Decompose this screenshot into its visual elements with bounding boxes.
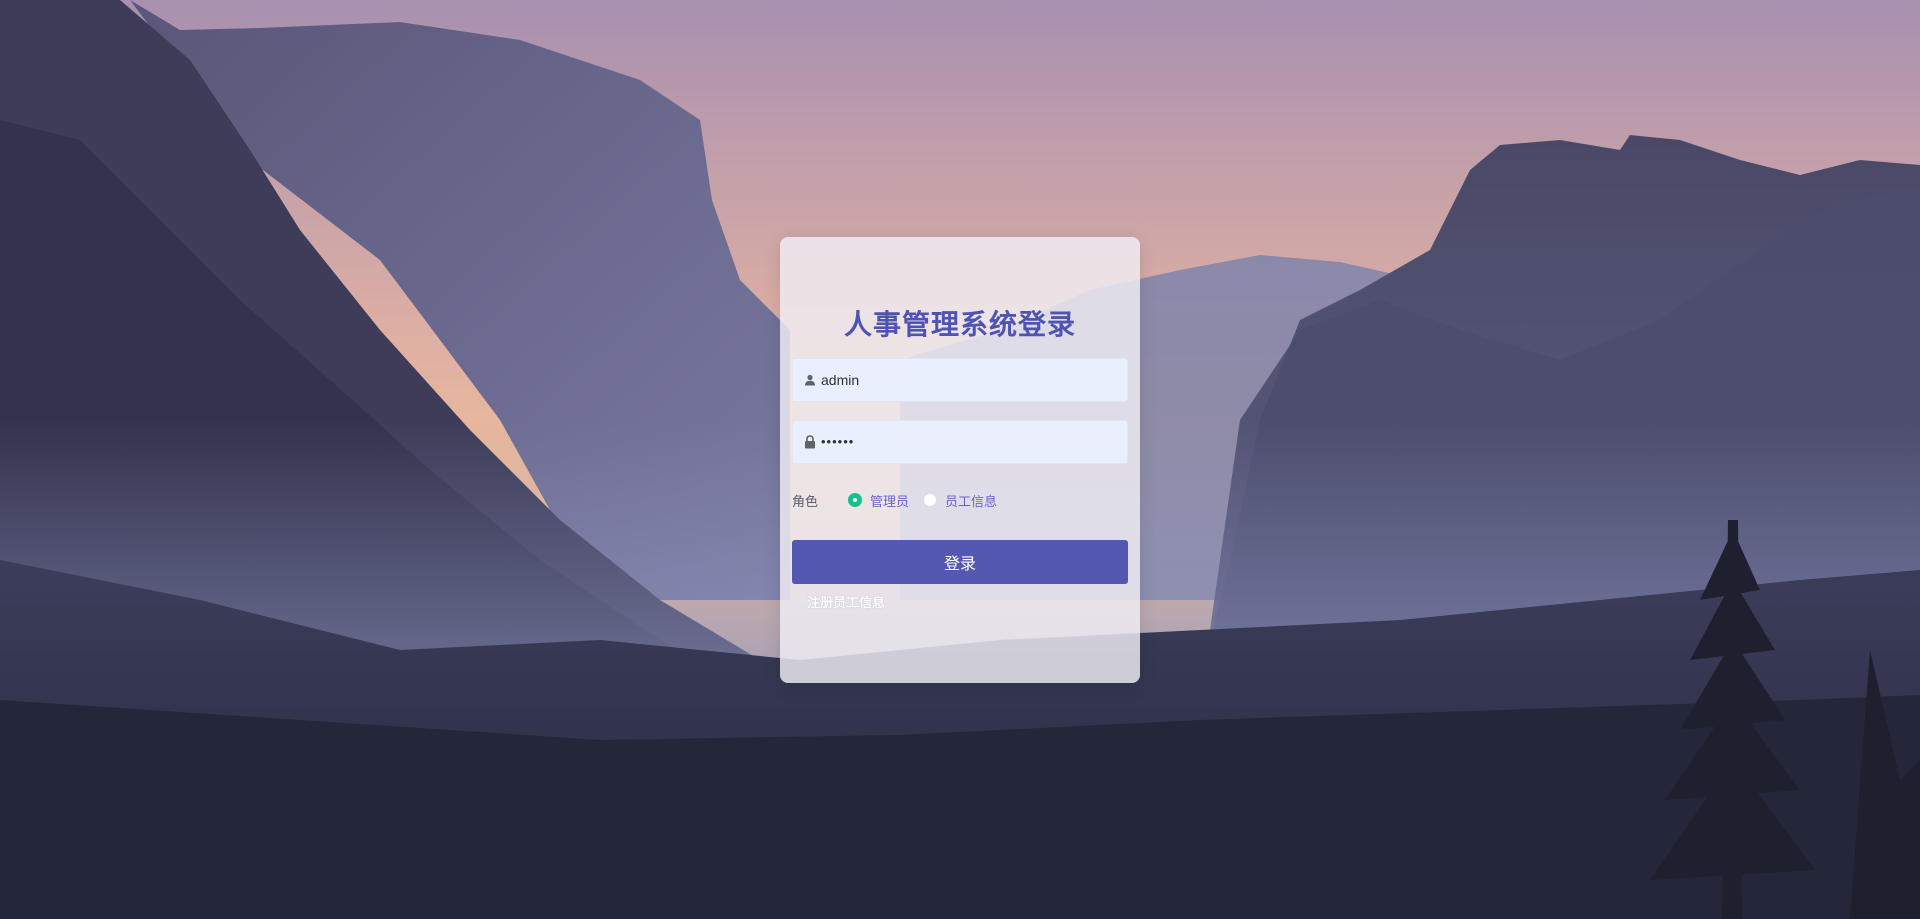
login-title: 人事管理系统登录 xyxy=(843,308,1076,341)
role-radio-label: 管理员 xyxy=(870,494,910,510)
lock-icon xyxy=(802,434,818,450)
username-value: admin xyxy=(821,372,860,388)
password-value: •••••• xyxy=(821,434,855,449)
role-selector: 角色 管理员 员工信息 xyxy=(792,490,1011,510)
role-radio-label: 员工信息 xyxy=(945,494,998,510)
username-field[interactable]: admin xyxy=(792,358,1128,402)
radio-checked-icon xyxy=(848,493,862,507)
login-button[interactable]: 登录 xyxy=(792,540,1128,584)
register-employee-link[interactable]: 注册员工信息 xyxy=(807,592,885,611)
role-radio-admin[interactable]: 管理员 xyxy=(848,491,909,510)
password-field[interactable]: •••••• xyxy=(792,420,1128,464)
login-card: 人事管理系统登录 admin •••••• 角色 管理员 员工信息 登录 注册员… xyxy=(780,237,1140,683)
user-icon xyxy=(802,372,818,388)
role-label: 角色 xyxy=(792,494,819,510)
radio-unchecked-icon xyxy=(923,493,938,507)
role-radio-employee[interactable]: 员工信息 xyxy=(923,491,997,510)
